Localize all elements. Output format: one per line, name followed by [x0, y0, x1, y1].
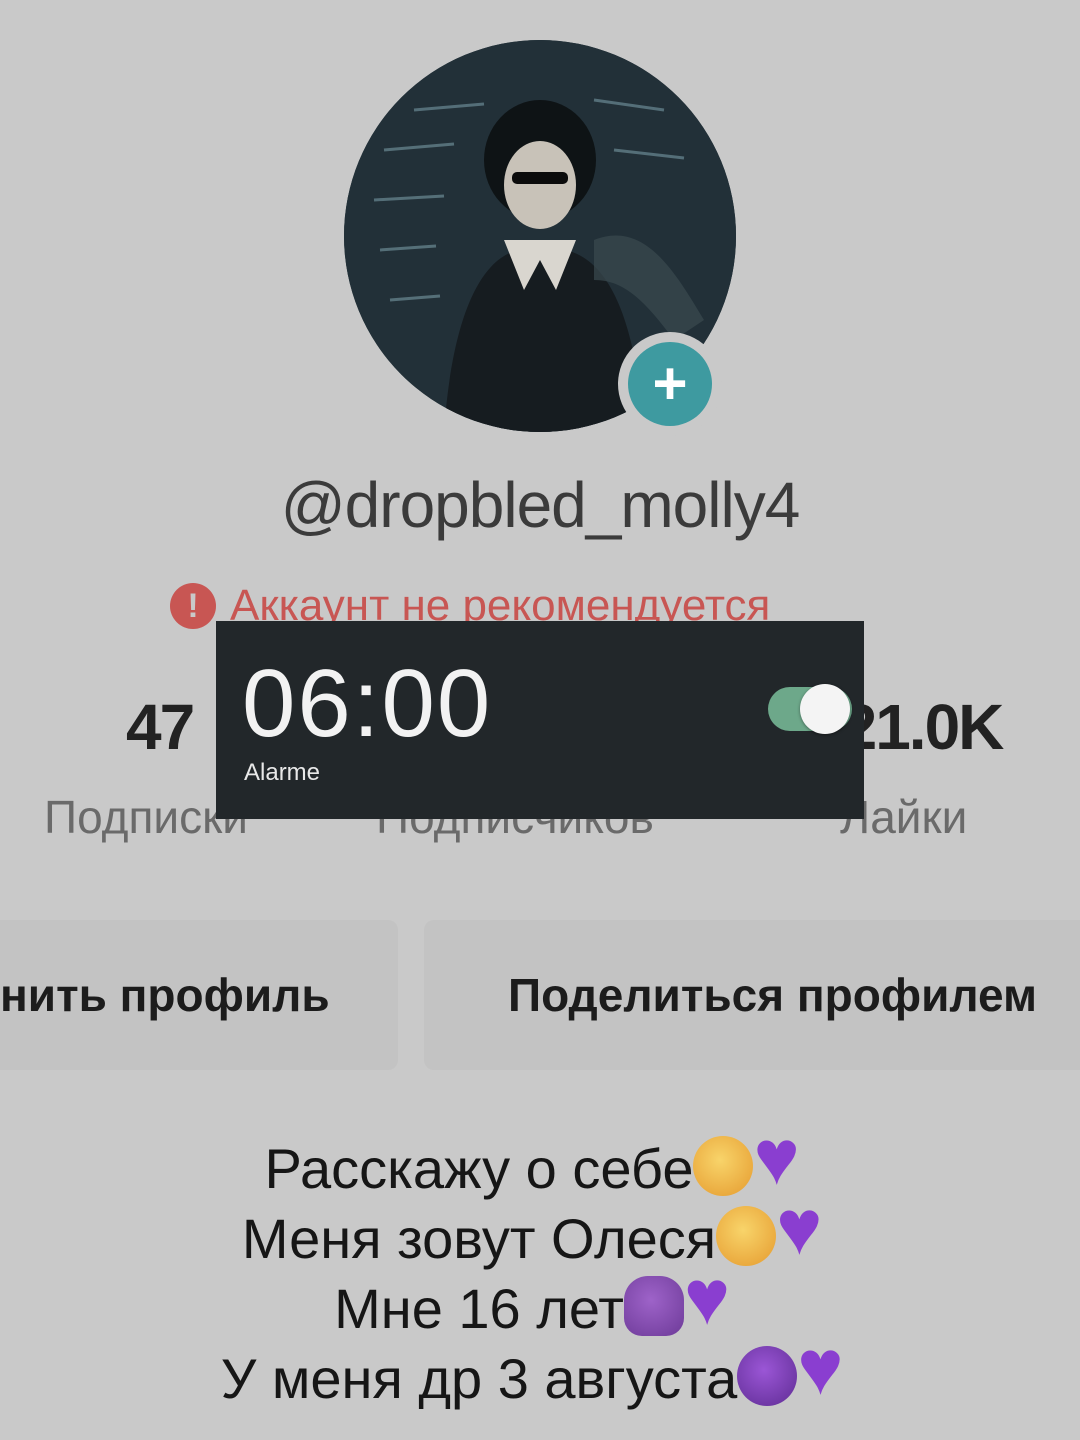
alien-monster-emoji-icon [623, 1276, 684, 1336]
alarm-label: Alarme [244, 759, 321, 786]
add-avatar-button[interactable]: + [618, 332, 722, 436]
edit-profile-label: нить профиль [0, 969, 330, 1021]
edit-profile-button[interactable]: нить профиль [0, 920, 398, 1070]
bio-line: Мне 16 лет [0, 1262, 1080, 1344]
following-count[interactable]: 47 [126, 690, 195, 764]
purple-heart-icon [797, 1332, 859, 1406]
bio-text: Меня зовут Олеся [241, 1207, 717, 1270]
bio-text: Расскажу о себе [264, 1137, 694, 1200]
bio-text: У меня др 3 августа [220, 1347, 738, 1410]
bio-line: Меня зовут Олеся [0, 1192, 1080, 1274]
purple-heart-icon [684, 1262, 746, 1336]
toggle-knob [800, 684, 850, 734]
share-profile-label: Поделиться профилем [508, 969, 1037, 1021]
smiling-hearts-emoji-icon [693, 1136, 754, 1196]
profile-actions: нить профиль Поделиться профилем [0, 920, 1080, 1070]
alarm-card[interactable]: 06:00 Alarme [216, 621, 864, 819]
purple-heart-icon [776, 1192, 838, 1266]
bio: Расскажу о себе Меня зовут Олеся Мне 16 … [0, 1122, 1080, 1414]
alarm-toggle[interactable] [768, 684, 852, 734]
bio-line: У меня др 3 августа [0, 1332, 1080, 1414]
smiling-devil-emoji-icon [737, 1346, 798, 1406]
username: @dropbled_molly4 [280, 469, 801, 541]
alarm-time: 06:00 [242, 650, 493, 757]
bio-line: Расскажу о себе [0, 1122, 1080, 1204]
plus-icon: + [628, 342, 712, 426]
share-profile-button[interactable]: Поделиться профилем [424, 920, 1080, 1070]
bio-text: Мне 16 лет [334, 1277, 624, 1340]
exclamation-circle-icon: ! [170, 583, 216, 629]
